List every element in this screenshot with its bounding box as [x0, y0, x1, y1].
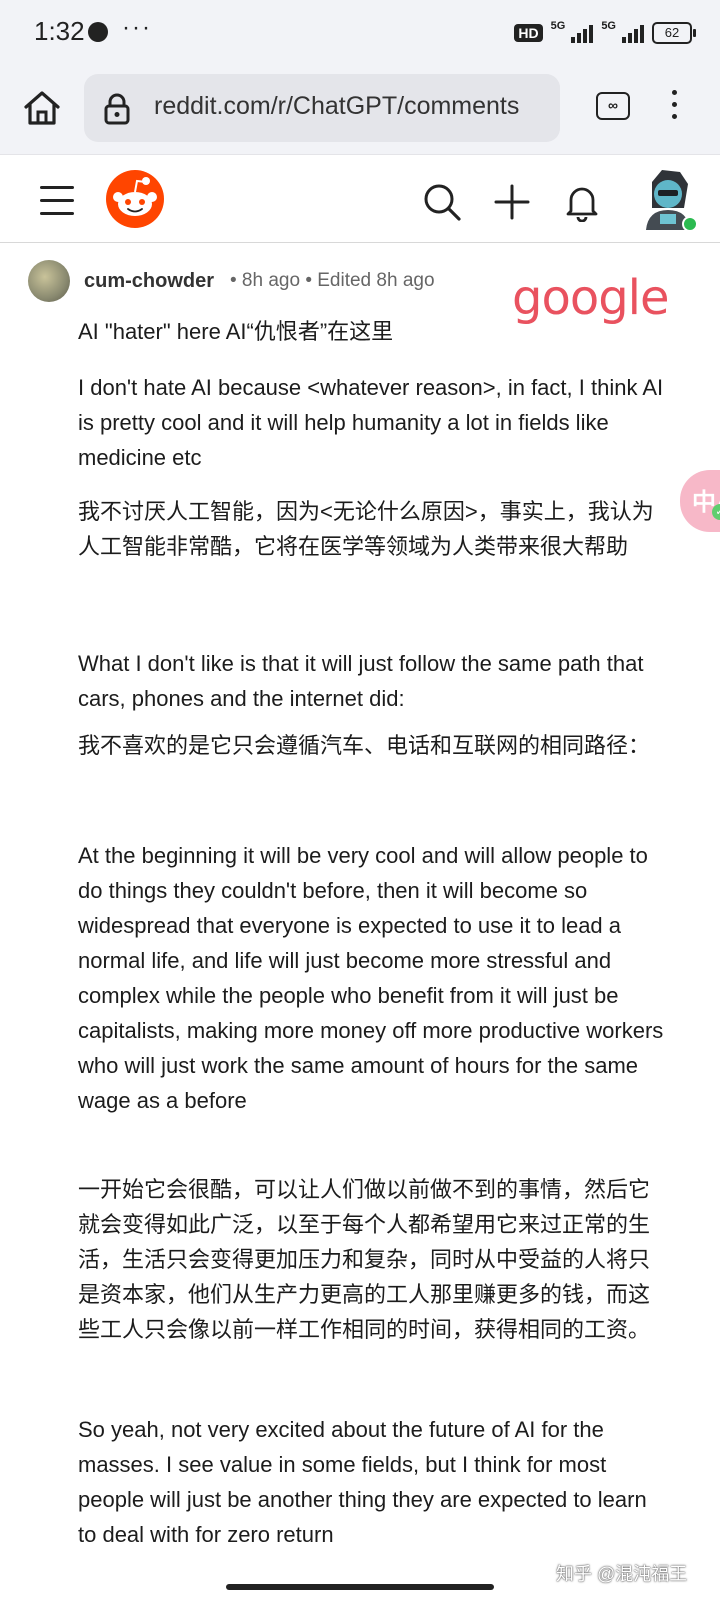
battery-icon: 62: [652, 22, 696, 44]
home-icon[interactable]: [20, 86, 64, 130]
comment-paragraph: 我不喜欢的是它只会遵循汽车、电话和互联网的相同路径：: [78, 733, 651, 758]
comment-paragraph: 一开始它会很酷，可以让人们做以前做不到的事情，然后它就会变得如此广泛，以至于每个…: [78, 1177, 651, 1342]
network-label: 5G: [550, 20, 566, 32]
comment-meta: • 8h ago • Edited 8h ago: [230, 270, 435, 291]
reddit-logo-icon[interactable]: [106, 170, 164, 228]
home-indicator[interactable]: [226, 1584, 494, 1590]
status-time: 1:32: [34, 16, 85, 46]
zhihu-watermark: 知乎 @混沌福王: [556, 1564, 688, 1584]
status-bar: 1:32 ··· HD 5G 5G 62: [0, 0, 720, 66]
search-icon[interactable]: [422, 182, 462, 222]
status-notification-icon: [88, 22, 108, 42]
plus-icon[interactable]: [492, 182, 532, 222]
comment-paragraph: At the beginning it will be very cool an…: [78, 843, 664, 1113]
tabs-icon[interactable]: ∞: [596, 92, 630, 120]
url-fade: [520, 74, 560, 142]
comment-paragraph: What I don't like is that it will just f…: [78, 651, 644, 711]
reddit-header: [0, 162, 720, 243]
comment-paragraph: AI "hater" here AI“仇恨者”在这里: [78, 319, 394, 344]
signal-icon: [571, 23, 594, 43]
online-status-badge: [682, 216, 698, 232]
hd-badge: HD: [514, 24, 543, 42]
check-icon: ✓: [712, 504, 720, 520]
comment-paragraph: 我不讨厌人工智能，因为<无论什么原因>，事实上，我认为人工智能非常酷，它将在医学…: [78, 499, 654, 559]
lock-icon: [104, 93, 130, 125]
comment-author[interactable]: cum-chowder: [84, 270, 214, 293]
signal-icon-2: [622, 23, 644, 43]
status-indicators: HD 5G 5G 62: [514, 20, 696, 46]
bell-icon[interactable]: [562, 182, 602, 222]
browser-toolbar: reddit.com/r/ChatGPT/comments ∞: [0, 66, 720, 155]
more-vert-icon[interactable]: [668, 90, 680, 126]
comment-paragraph: I don't hate AI because <whatever reason…: [78, 375, 664, 470]
comment-avatar[interactable]: [28, 260, 70, 302]
menu-icon[interactable]: [40, 186, 74, 216]
address-bar[interactable]: reddit.com/r/ChatGPT/comments: [84, 74, 560, 142]
comment-paragraph: So yeah, not very excited about the futu…: [78, 1417, 647, 1547]
network-label-2: 5G: [601, 20, 616, 32]
url-text: reddit.com/r/ChatGPT/comments: [154, 92, 520, 120]
translate-button[interactable]: 中A ✓: [680, 470, 720, 532]
status-more-icon: ···: [122, 14, 152, 41]
